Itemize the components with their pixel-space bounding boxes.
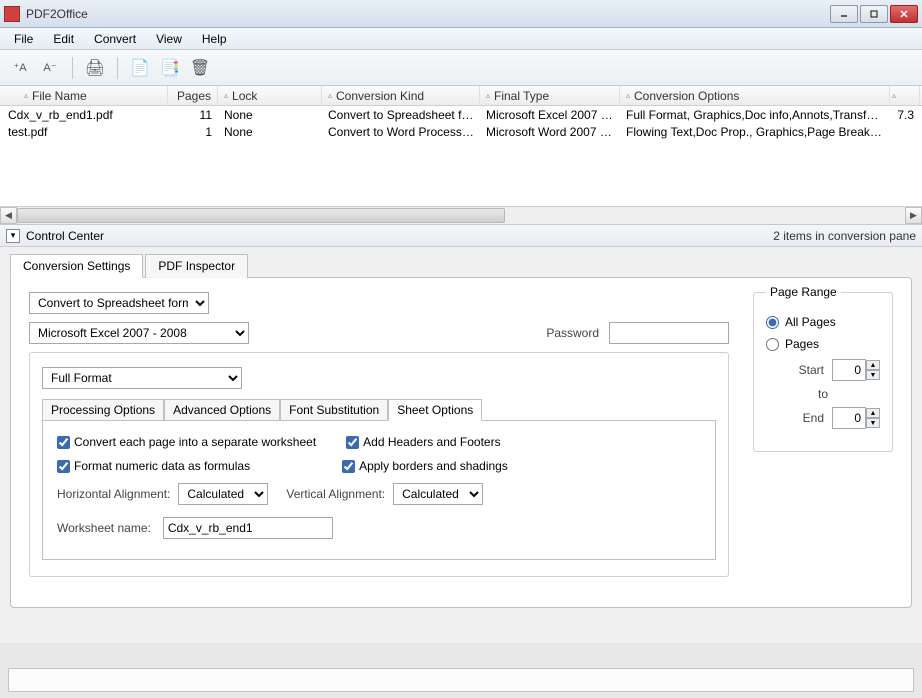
password-label: Password (546, 326, 599, 340)
col-header-lock[interactable]: ▵Lock (218, 86, 322, 105)
halign-label: Horizontal Alignment: (57, 487, 170, 501)
spin-up-icon[interactable]: ▲ (866, 408, 880, 418)
menu-view[interactable]: View (146, 30, 192, 48)
scroll-thumb[interactable] (17, 208, 505, 223)
minimize-button[interactable] (830, 5, 858, 23)
item-count-status: 2 items in conversion pane (773, 229, 916, 243)
col-header-kind[interactable]: ▵Conversion Kind (322, 86, 480, 105)
status-bar (8, 668, 914, 692)
menu-bar: File Edit Convert View Help (0, 28, 922, 50)
chk-add-headers[interactable]: Add Headers and Footers (346, 435, 500, 449)
content-area: Conversion Settings PDF Inspector Conver… (0, 247, 922, 643)
to-label: to (818, 387, 828, 401)
tab-sheet-options[interactable]: Sheet Options (388, 399, 482, 421)
page-tool-icon[interactable]: 📄 (128, 56, 152, 80)
target-app-select[interactable]: Microsoft Excel 2007 - 2008 (29, 322, 249, 344)
end-label: End (803, 411, 824, 425)
col-header-extra[interactable]: ▵ (890, 86, 920, 105)
password-input[interactable] (609, 322, 729, 344)
start-label: Start (799, 363, 824, 377)
tab-processing-options[interactable]: Processing Options (42, 399, 164, 421)
menu-edit[interactable]: Edit (43, 30, 84, 48)
collapse-toggle-icon[interactable]: ▾ (6, 229, 20, 243)
table-row[interactable]: Cdx_v_rb_end1.pdf 11 None Convert to Spr… (0, 106, 922, 123)
menu-file[interactable]: File (4, 30, 43, 48)
layout-select[interactable]: Full Format (42, 367, 242, 389)
col-header-final[interactable]: ▵Final Type (480, 86, 620, 105)
control-center-label: Control Center (26, 229, 773, 243)
radio-pages[interactable]: Pages (766, 337, 880, 351)
tab-font-substitution[interactable]: Font Substitution (280, 399, 388, 421)
spin-up-icon[interactable]: ▲ (866, 360, 880, 370)
col-header-pages[interactable]: Pages (168, 86, 218, 105)
valign-label: Vertical Alignment: (286, 487, 385, 501)
scroll-left-icon[interactable]: ◀ (0, 207, 17, 224)
col-header-opts[interactable]: ▵Conversion Options (620, 86, 890, 105)
control-center-bar: ▾ Control Center 2 items in conversion p… (0, 225, 922, 247)
close-button[interactable] (890, 5, 918, 23)
copy-pages-icon[interactable]: 📑 (158, 56, 182, 80)
col-header-file[interactable]: ▵File Name (0, 86, 168, 105)
maximize-button[interactable] (860, 5, 888, 23)
table-row[interactable]: test.pdf 1 None Convert to Word Processi… (0, 123, 922, 140)
menu-convert[interactable]: Convert (84, 30, 146, 48)
app-icon (4, 6, 20, 22)
chk-numeric-formulas[interactable]: Format numeric data as formulas (57, 459, 250, 473)
conversion-settings-panel: Convert to Spreadsheet format Microsoft … (10, 277, 912, 608)
menu-help[interactable]: Help (192, 30, 237, 48)
tab-conversion-settings[interactable]: Conversion Settings (10, 254, 143, 278)
scroll-right-icon[interactable]: ▶ (905, 207, 922, 224)
spin-down-icon[interactable]: ▼ (866, 370, 880, 380)
toolbar: ⁺A A⁻ 🖨 📄 📑 🗑 (0, 50, 922, 86)
valign-select[interactable]: Calculated (393, 483, 483, 505)
font-decrease-icon[interactable]: A⁻ (38, 56, 62, 80)
worksheet-name-input[interactable] (163, 517, 333, 539)
end-spinner[interactable]: ▲▼ (832, 407, 880, 429)
page-range-group: Page Range All Pages Pages Start ▲▼ to E… (753, 292, 893, 452)
chk-convert-pages[interactable]: Convert each page into a separate worksh… (57, 435, 316, 449)
layout-fieldset: Full Format Processing Options Advanced … (29, 352, 729, 577)
format-select[interactable]: Convert to Spreadsheet format (29, 292, 209, 314)
print-icon[interactable]: 🖨 (83, 56, 107, 80)
table-header: ▵File Name Pages ▵Lock ▵Conversion Kind … (0, 86, 922, 106)
window-title: PDF2Office (26, 7, 830, 21)
worksheet-name-label: Worksheet name: (57, 521, 151, 535)
spin-down-icon[interactable]: ▼ (866, 418, 880, 428)
font-increase-icon[interactable]: ⁺A (8, 56, 32, 80)
tab-advanced-options[interactable]: Advanced Options (164, 399, 280, 421)
horizontal-scrollbar[interactable]: ◀ ▶ (0, 206, 922, 224)
page-range-title: Page Range (766, 285, 841, 299)
chk-apply-borders[interactable]: Apply borders and shadings (342, 459, 508, 473)
delete-icon[interactable]: 🗑 (188, 56, 212, 80)
title-bar: PDF2Office (0, 0, 922, 28)
radio-all-pages[interactable]: All Pages (766, 315, 880, 329)
file-table: ▵File Name Pages ▵Lock ▵Conversion Kind … (0, 86, 922, 225)
start-spinner[interactable]: ▲▼ (832, 359, 880, 381)
halign-select[interactable]: Calculated (178, 483, 268, 505)
tab-pdf-inspector[interactable]: PDF Inspector (145, 254, 248, 278)
sheet-options-panel: Convert each page into a separate worksh… (42, 420, 716, 560)
